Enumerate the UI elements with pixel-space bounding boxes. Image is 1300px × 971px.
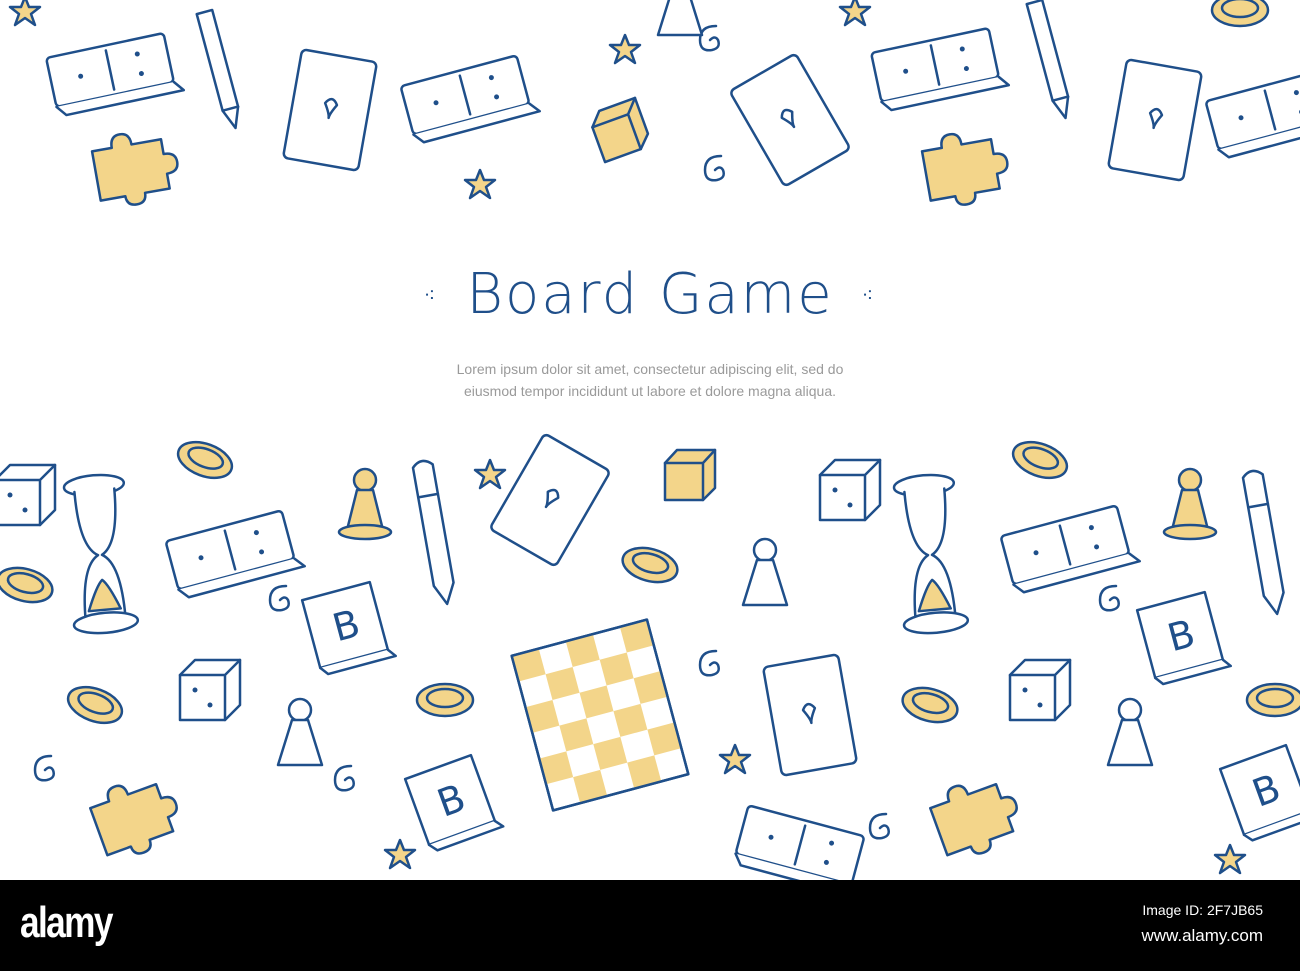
puzzle-piece-icon: [920, 132, 1009, 206]
spiral-icon: [703, 154, 725, 182]
coin-icon: [66, 685, 124, 725]
alamy-logo: alamy: [20, 898, 113, 947]
pawn-icon: [1106, 697, 1154, 767]
dice-icon: [591, 96, 650, 164]
star-icon: [608, 33, 642, 65]
coin-icon: [0, 566, 54, 604]
pencil-icon: [195, 8, 240, 130]
puzzle-piece-icon: [929, 782, 1018, 857]
puzzle-piece-icon: [90, 132, 179, 206]
coin-icon: [1210, 0, 1270, 28]
pawn-icon: [1162, 467, 1218, 541]
dice-icon: [178, 658, 242, 722]
spiral-icon: [698, 24, 720, 52]
ornament-right: ⁖: [861, 282, 877, 307]
hourglass-icon: [892, 473, 970, 635]
watermark-url: www.alamy.com: [1141, 926, 1263, 945]
domino-icon: [1000, 504, 1141, 594]
domino-icon: [400, 54, 541, 144]
spiral-icon: [698, 649, 720, 677]
chessboard-icon: [510, 618, 690, 812]
ornament-left: ⁖: [423, 282, 439, 307]
letter-tile-icon: B: [1218, 743, 1300, 842]
coin-icon: [1011, 440, 1069, 480]
playing-card-icon: [490, 433, 610, 567]
watermark-bar: alamy Image ID: 2F7JB65 www.alamy.com: [0, 880, 1300, 971]
playing-card-icon: [1107, 58, 1203, 182]
dice-icon: [1008, 658, 1072, 722]
letter-tile-icon: B: [300, 580, 397, 676]
spiral-icon: [33, 754, 55, 782]
subtitle-line-1: Lorem ipsum dolor sit amet, consectetur …: [456, 361, 844, 377]
star-icon: [8, 0, 42, 27]
domino-icon: [734, 804, 865, 880]
coin-icon: [1245, 682, 1300, 718]
spiral-icon: [333, 764, 355, 792]
star-icon: [383, 838, 417, 870]
coin-icon: [176, 440, 234, 480]
dice-icon: [663, 448, 717, 502]
star-icon: [1213, 843, 1247, 875]
letter-tile-icon: B: [403, 753, 505, 852]
playing-card-icon: [762, 653, 858, 777]
playing-card-icon: [282, 48, 378, 172]
coin-icon: [621, 546, 679, 584]
pawn-icon: [276, 697, 324, 767]
dice-icon: [0, 463, 57, 527]
playing-card-icon: [730, 53, 850, 187]
star-icon: [473, 458, 507, 490]
spiral-icon: [268, 584, 290, 612]
pawn-icon: [337, 467, 393, 541]
banner-title-row: ⁖ Board Game ⁖: [0, 262, 1300, 327]
pen-icon: [1241, 469, 1285, 616]
spiral-icon: [868, 812, 890, 840]
star-icon: [463, 168, 497, 200]
subtitle-line-2: eiusmod tempor incididunt ut labore et d…: [463, 383, 836, 399]
dice-icon: [818, 458, 882, 522]
star-icon: [838, 0, 872, 27]
coin-icon: [901, 686, 959, 724]
coin-icon: [415, 682, 475, 718]
puzzle-piece-icon: [89, 782, 178, 857]
pawn-icon: [741, 537, 789, 607]
pencil-icon: [1025, 0, 1070, 120]
domino-icon: [870, 27, 1011, 112]
letter-tile-icon: B: [1135, 590, 1232, 686]
spiral-icon: [1098, 584, 1120, 612]
page-title: Board Game: [466, 262, 834, 327]
domino-icon: [45, 32, 186, 117]
pawn-icon: [656, 0, 704, 37]
hourglass-icon: [62, 473, 140, 635]
star-icon: [718, 743, 752, 775]
pen-icon: [411, 459, 455, 606]
image-id: Image ID: 2F7JB65: [1142, 902, 1263, 918]
domino-icon: [1205, 69, 1300, 159]
banner-subtitle: Lorem ipsum dolor sit amet, consectetur …: [0, 358, 1300, 402]
board-game-doodle-pattern: B BB B: [0, 0, 1300, 880]
